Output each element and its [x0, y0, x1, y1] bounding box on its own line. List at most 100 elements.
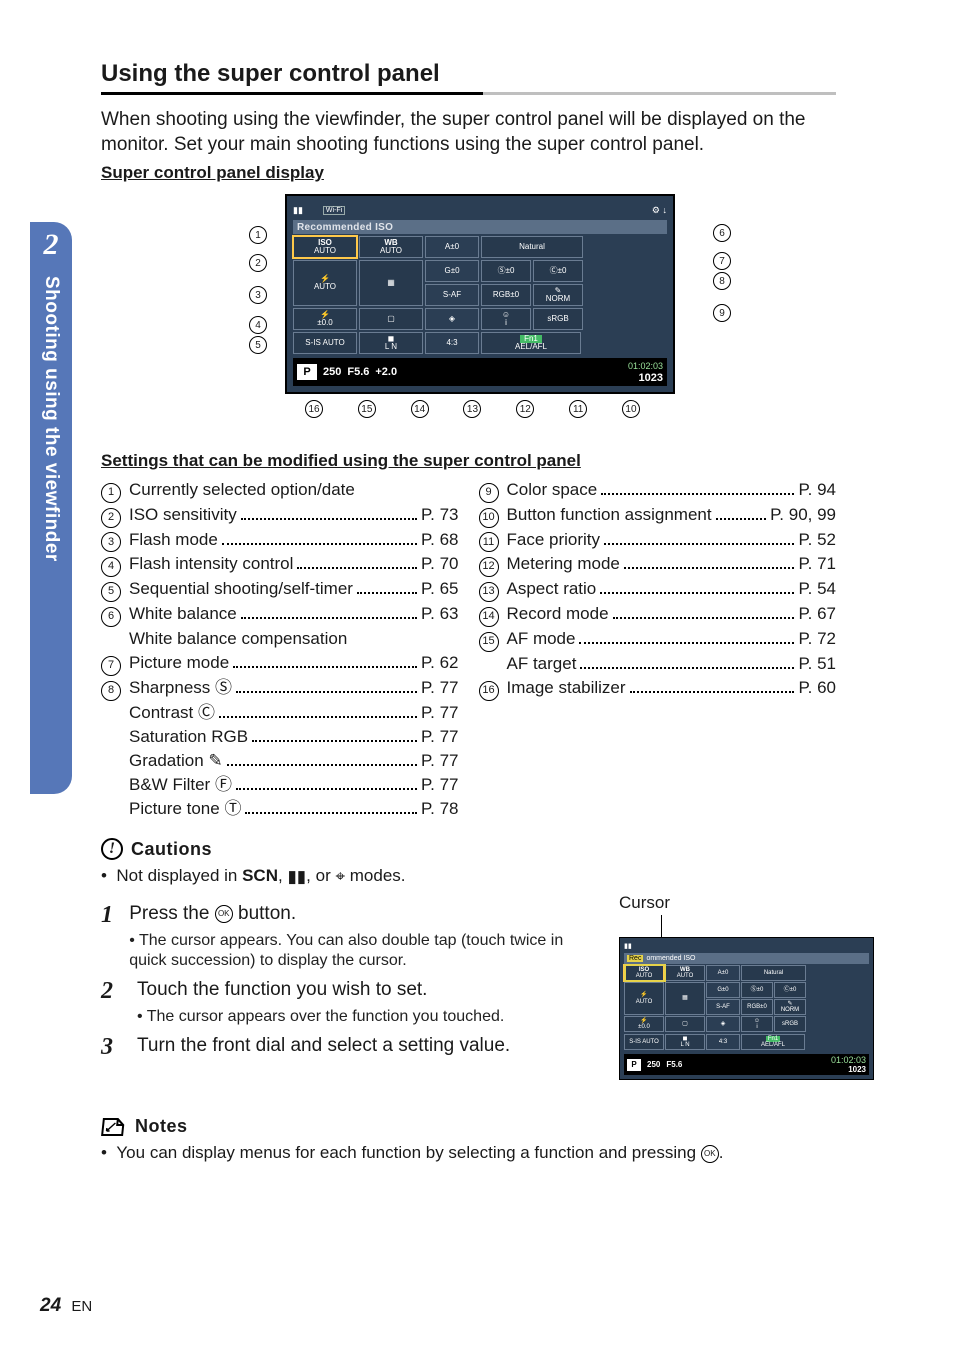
setting-item: 10Button function assignmentP. 90, 99: [479, 503, 837, 528]
lcd-iso-cell: ISOAUTO: [293, 236, 357, 258]
cursor-block: Cursor ▮▮ Recommended ISO ISOAUTO WBAUTO…: [619, 893, 874, 1080]
setting-number: 10: [479, 508, 499, 528]
leader-dots: [252, 740, 417, 742]
mini-recommended-bar: Recommended ISO: [624, 953, 869, 964]
setting-label: B&W Filter Ⓕ: [129, 773, 232, 797]
setting-label: Flash intensity control: [129, 552, 293, 576]
setting-page: P. 90, 99: [770, 503, 836, 527]
setting-item: 12Metering modeP. 71: [479, 552, 837, 577]
setting-item: AF target P. 51: [479, 652, 837, 676]
notes-block: Notes • You can display menus for each f…: [101, 1116, 836, 1163]
setting-page: P. 70: [421, 552, 459, 576]
setting-number: 5: [101, 582, 121, 602]
steps-block: 1Press the OK button.• The cursor appear…: [101, 902, 591, 1067]
mini-a: A±0: [706, 965, 740, 981]
step: 1Press the OK button.• The cursor appear…: [101, 902, 591, 972]
setting-number: 3: [101, 532, 121, 552]
mini-s: Ⓢ±0: [741, 982, 773, 998]
leader-dots: [357, 592, 417, 594]
mini-meter: ◈: [706, 1016, 740, 1032]
setting-page: P. 52: [798, 528, 836, 552]
cautions-block: ! Cautions • Not displayed in SCN, ▮▮, o…: [101, 838, 836, 887]
setting-number: 4: [101, 557, 121, 577]
leader-dots: [630, 691, 795, 693]
setting-label: Contrast Ⓒ: [129, 701, 215, 725]
setting-item: 4 Flash intensity control P. 70: [101, 552, 459, 577]
lcd-record-cell: ◼ L N: [359, 332, 423, 354]
leader-dots: [580, 667, 794, 669]
mini-status-row: ▮▮: [624, 942, 869, 952]
callout-7: 7: [713, 252, 731, 270]
lcd-picmode-cell: Natural: [481, 236, 583, 258]
lcd-g-cell: G±0: [425, 260, 479, 282]
setting-number: 16: [479, 681, 499, 701]
callout-6: 6: [713, 224, 731, 242]
step-body: Turn the front dial and select a setting…: [137, 1034, 510, 1061]
lcd-rgb-cell: RGB±0: [481, 284, 531, 306]
lcd-shots: 1023: [639, 372, 663, 384]
setting-item: 14Record modeP. 67: [479, 602, 837, 627]
cursor-leader-line: [661, 915, 874, 937]
leader-dots: [233, 666, 417, 668]
callout-3: 3: [249, 286, 267, 304]
callout-9: 9: [713, 304, 731, 322]
setting-page: P. 77: [421, 701, 459, 725]
leader-dots: [241, 518, 417, 520]
title-underline: [101, 92, 836, 95]
mini-g: G±0: [706, 982, 740, 998]
intro-paragraph: When shooting using the viewfinder, the …: [101, 108, 836, 157]
lcd-meter-cell: ◈: [425, 308, 479, 330]
setting-page: P. 63: [421, 602, 459, 626]
movie-icon: ⌖: [335, 867, 345, 887]
setting-page: P. 77: [421, 676, 459, 700]
setting-label: Flash mode: [129, 528, 218, 552]
settings-col-right: 9Color spaceP. 9410Button function assig…: [479, 478, 837, 821]
setting-item: 3 Flash mode P. 68: [101, 528, 459, 553]
leader-dots: [222, 543, 417, 545]
step-number: 2: [101, 978, 123, 1027]
setting-label: Metering mode: [507, 552, 620, 576]
callout-12: 12: [516, 400, 534, 418]
lcd-srgb-cell: sRGB: [533, 308, 583, 330]
cautions-header: ! Cautions: [101, 838, 836, 860]
lcd-grid: ISOAUTO WBAUTO A±0 Natural ⚡AUTO ▦ G±0 Ⓢ…: [293, 236, 667, 330]
leader-dots: [236, 691, 417, 693]
notes-header: Notes: [101, 1116, 836, 1137]
setting-page: P. 67: [798, 602, 836, 626]
setting-item: 2ISO sensitivityP. 73: [101, 503, 459, 528]
lcd-aftarget-cell: ▦: [359, 260, 423, 306]
leader-dots: [716, 518, 767, 520]
setting-item: 7Picture modeP. 62: [101, 651, 459, 676]
setting-page: P. 68: [421, 528, 459, 552]
setting-item: 6White balanceP. 63: [101, 602, 459, 627]
settings-col-left: 1Currently selected option/date2ISO sens…: [101, 478, 459, 821]
mini-aspect: 4:3: [706, 1034, 740, 1050]
setting-item: Contrast Ⓒ P. 77: [101, 701, 459, 725]
mini-picmode: Natural: [741, 965, 806, 981]
setting-page: P. 51: [798, 652, 836, 676]
setting-label: AF target: [507, 652, 577, 676]
setting-item: 16Image stabilizerP. 60: [479, 676, 837, 701]
lcd-a-cell: A±0: [425, 236, 479, 258]
section-header: Using the super control panel: [101, 60, 836, 95]
leader-dots: [297, 567, 417, 569]
setting-item: Gradation ✎P. 77: [101, 749, 459, 773]
mini-mode: P: [627, 1059, 641, 1071]
setting-gear-icon: ⚙ ↓: [652, 205, 667, 216]
lcd-drive-cell: ▢: [359, 308, 423, 330]
setting-label: Face priority: [507, 528, 601, 552]
setting-label: Aspect ratio: [507, 577, 597, 601]
setting-item: 15AF modeP. 72: [479, 627, 837, 652]
page-number: 24: [40, 1295, 61, 1316]
callout-5: 5: [249, 336, 267, 354]
mini-scp-lcd: ▮▮ Recommended ISO ISOAUTO WBAUTO A±0 Na…: [619, 937, 874, 1080]
setting-page: P. 77: [421, 725, 459, 749]
lcd-face-cell: ☺ i: [481, 308, 531, 330]
lcd-bottom-row: S-IS AUTO ◼ L N 4:3 Fn1AEL/AFL: [293, 332, 667, 354]
setting-number: 11: [479, 532, 499, 552]
setting-page: P. 77: [421, 749, 459, 773]
lcd-saf-cell: S-AF: [425, 284, 479, 306]
setting-item: 13Aspect ratioP. 54: [479, 577, 837, 602]
setting-item: White balance compensation: [101, 627, 459, 651]
setting-item: 8Sharpness ⓈP. 77: [101, 676, 459, 701]
